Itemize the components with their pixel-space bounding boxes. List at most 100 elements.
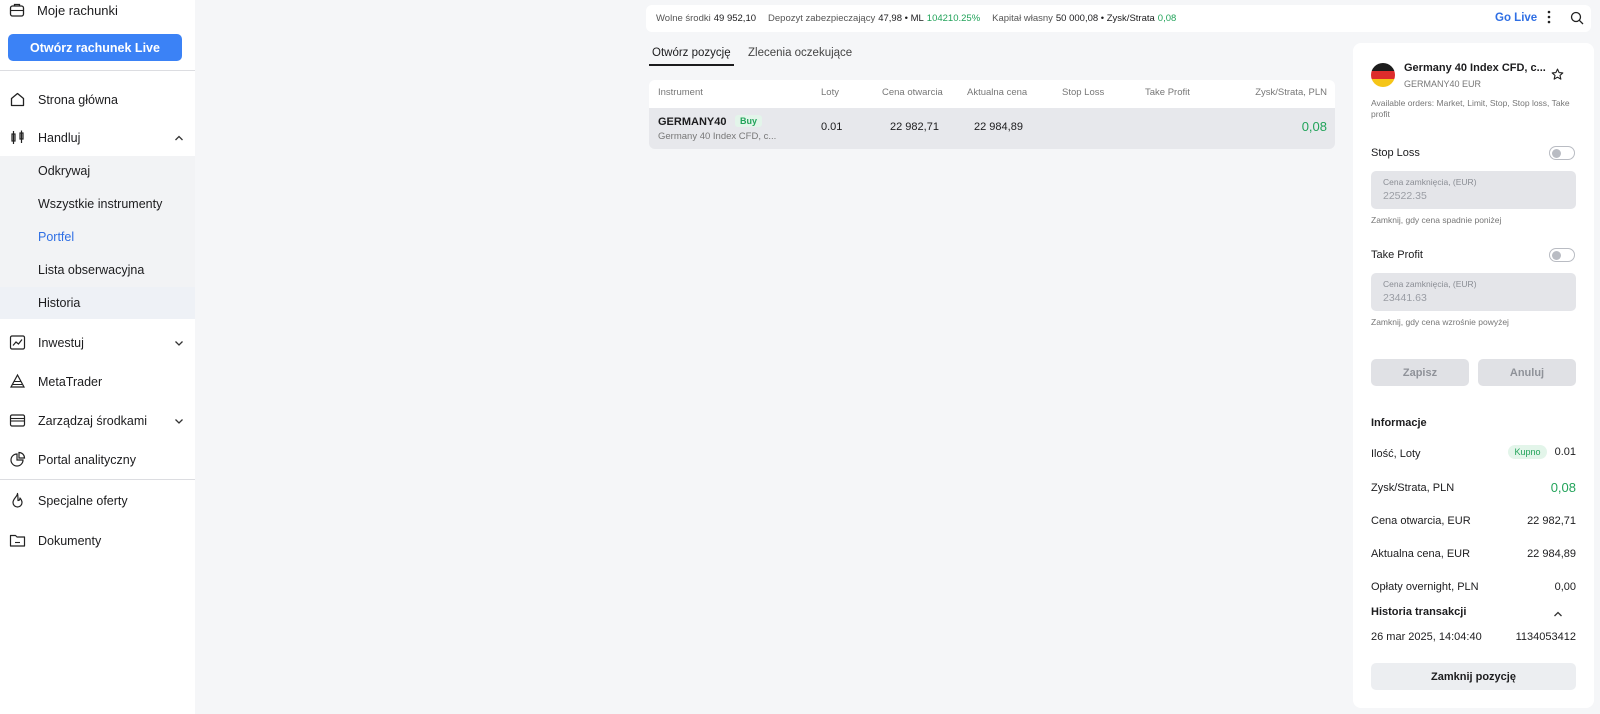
sidebar-item-label: MetaTrader — [38, 374, 103, 389]
sidebar-subitem-all-instruments[interactable]: Wszystkie instrumenty — [38, 194, 162, 214]
profit-loss-value: 0,08 — [1550, 480, 1576, 495]
sidebar-item-invest[interactable]: Inwestuj — [0, 326, 195, 359]
sidebar-item-analytics[interactable]: Portal analityczny — [0, 443, 195, 476]
sidebar-item-label: Dokumenty — [38, 533, 102, 548]
column-header[interactable]: Loty — [821, 87, 839, 98]
instrument-subtitle: GERMANY40 EUR — [1404, 79, 1482, 89]
transaction-date: 26 mar 2025, 14:04:40 — [1371, 631, 1482, 643]
transaction-history-title: Historia transakcji — [1371, 606, 1467, 618]
column-header[interactable]: Take Profit — [1145, 87, 1190, 98]
cancel-button[interactable]: Anuluj — [1478, 359, 1576, 386]
chevron-down-icon[interactable] — [173, 415, 185, 427]
equity-value: 50 000,08 • Zysk/Strata — [1055, 13, 1155, 24]
sidebar: Moje rachunki Otwórz rachunek Live Stron… — [0, 0, 195, 714]
free-funds-value: 49 952,10 — [713, 13, 757, 24]
briefcase-icon — [9, 2, 25, 18]
chart-icon — [9, 334, 26, 351]
current-price-cell: 22 984,89 — [974, 121, 1023, 133]
save-button[interactable]: Zapisz — [1371, 359, 1469, 386]
germany-flag-icon — [1371, 63, 1395, 87]
current-price-label: Aktualna cena, EUR — [1371, 548, 1471, 560]
sidebar-item-label: Zarządzaj środkami — [38, 413, 148, 428]
margin-label: Depozyt zabezpieczający — [768, 13, 876, 24]
sidebar-item-trade[interactable]: Handluj — [0, 121, 195, 154]
stop-loss-toggle[interactable] — [1549, 146, 1575, 160]
chevron-up-icon[interactable] — [1552, 608, 1564, 620]
free-funds-label: Wolne środki — [656, 13, 711, 24]
lots-cell: 0.01 — [821, 121, 843, 133]
wallet-icon — [9, 412, 26, 429]
lots-value: 0.01 — [1554, 446, 1576, 458]
table-row[interactable]: GERMANY40 Buy Germany 40 Index CFD, c...… — [649, 108, 1335, 149]
sidebar-item-label: Handluj — [38, 130, 81, 145]
metatrader-icon — [9, 373, 26, 390]
star-icon[interactable] — [1551, 68, 1564, 81]
stop-loss-field[interactable]: Cena zamknięcia, (EUR) 22522.35 — [1371, 171, 1576, 209]
folder-icon — [9, 532, 26, 549]
column-header[interactable]: Instrument — [658, 87, 703, 98]
stop-loss-hint: Zamknij, gdy cena spadnie poniżej — [1371, 215, 1502, 225]
account-status-bar: Wolne środki 49 952,10 Depozyt zabezpiec… — [646, 5, 1591, 32]
divider — [0, 70, 195, 71]
column-header[interactable]: Stop Loss — [1062, 87, 1104, 98]
field-label: Cena zamknięcia, (EUR) — [1383, 177, 1477, 187]
field-label: Cena zamknięcia, (EUR) — [1383, 279, 1477, 289]
chevron-down-icon[interactable] — [173, 337, 185, 349]
pie-chart-icon — [9, 451, 26, 468]
instrument-symbol: GERMANY40 — [658, 116, 727, 128]
field-value: 23441.63 — [1383, 292, 1427, 304]
sidebar-subitem-watchlist[interactable]: Lista obserwacyjna — [38, 260, 144, 280]
overnight-fees-label: Opłaty overnight, PLN — [1371, 581, 1479, 593]
sidebar-item-label: Inwestuj — [38, 335, 84, 350]
position-details-panel: Germany 40 Index CFD, c... GERMANY40 EUR… — [1353, 43, 1594, 708]
tab-open-positions[interactable]: Otwórz pozycję — [652, 47, 731, 59]
sidebar-item-accounts[interactable]: Moje rachunki — [0, 0, 195, 20]
profit-loss-label: Zysk/Strata, PLN — [1371, 482, 1455, 494]
close-position-button[interactable]: Zamknij pozycję — [1371, 663, 1576, 690]
sidebar-subitem-history[interactable]: Historia — [38, 293, 80, 313]
take-profit-toggle[interactable] — [1549, 248, 1575, 262]
sidebar-item-home[interactable]: Strona główna — [0, 83, 195, 116]
column-header[interactable]: Cena otwarcia — [882, 87, 943, 98]
open-price-value: 22 982,71 — [1527, 515, 1576, 527]
sidebar-item-label: Strona główna — [38, 92, 118, 107]
sidebar-item-funds[interactable]: Zarządzaj środkami — [0, 404, 195, 437]
sidebar-item-documents[interactable]: Dokumenty — [0, 524, 195, 557]
column-header[interactable]: Aktualna cena — [967, 87, 1027, 98]
home-icon — [9, 91, 26, 108]
margin-level-value: 104210.25% — [926, 13, 981, 24]
lots-label: Ilość, Loty — [1371, 448, 1421, 460]
submenu-hover-bg — [0, 287, 195, 319]
margin-value: 47,98 • ML — [878, 13, 924, 24]
current-price-value: 22 984,89 — [1527, 548, 1576, 560]
take-profit-label: Take Profit — [1371, 249, 1423, 261]
profit-loss-value: 0,08 — [1157, 13, 1177, 24]
lots-info: Kupno 0.01 — [1508, 445, 1576, 459]
equity-label: Kapitał własny — [992, 13, 1053, 24]
buy-badge: Kupno — [1508, 445, 1547, 459]
flame-icon — [9, 492, 26, 509]
go-live-link[interactable]: Go Live — [1495, 12, 1537, 24]
profit-loss-cell: 0,08 — [1301, 119, 1327, 134]
open-live-account-button[interactable]: Otwórz rachunek Live — [8, 34, 182, 61]
search-icon[interactable] — [1570, 11, 1584, 25]
sidebar-item-special-offers[interactable]: Specjalne oferty — [0, 484, 195, 517]
column-header[interactable]: Zysk/Strata, PLN — [1255, 87, 1327, 98]
tab-pending-orders[interactable]: Zlecenia oczekujące — [748, 47, 852, 59]
available-orders-text: Available orders: Market, Limit, Stop, S… — [1371, 98, 1570, 119]
sidebar-item-label: Moje rachunki — [37, 2, 118, 18]
instrument-description: Germany 40 Index CFD, c... — [658, 131, 777, 142]
take-profit-field[interactable]: Cena zamknięcia, (EUR) 23441.63 — [1371, 273, 1576, 311]
positions-table-header: Instrument Loty Cena otwarcia Aktualna c… — [649, 80, 1335, 108]
chevron-up-icon[interactable] — [173, 132, 185, 144]
sidebar-subitem-portfolio[interactable]: Portfel — [38, 227, 74, 247]
field-value: 22522.35 — [1383, 190, 1427, 202]
sidebar-item-metatrader[interactable]: MetaTrader — [0, 365, 195, 398]
candlestick-icon — [9, 129, 26, 146]
take-profit-hint: Zamknij, gdy cena wzrośnie powyżej — [1371, 317, 1509, 327]
divider — [0, 479, 195, 480]
more-options-icon[interactable] — [1546, 10, 1552, 24]
side-badge: Buy — [735, 115, 763, 127]
stop-loss-label: Stop Loss — [1371, 147, 1420, 159]
sidebar-subitem-discover[interactable]: Odkrywaj — [38, 161, 90, 181]
